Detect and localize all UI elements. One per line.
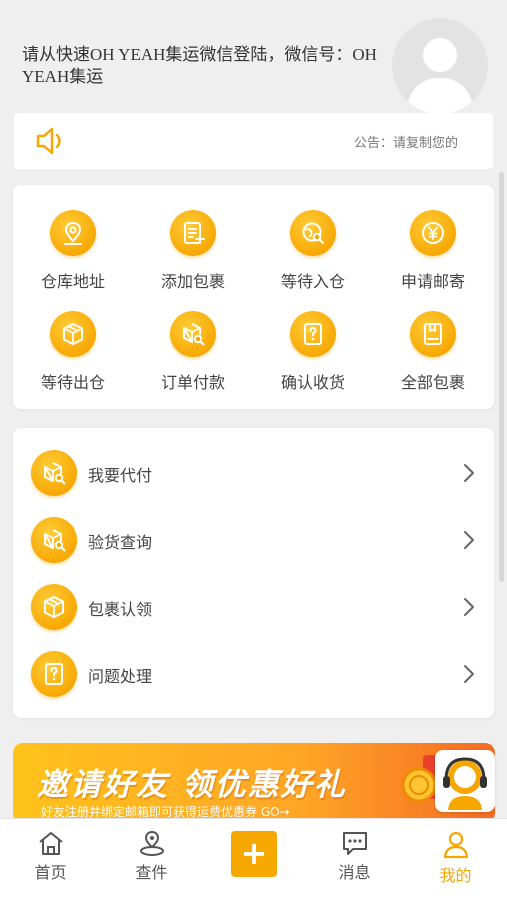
tab-label: 查件 — [135, 863, 168, 882]
tab-home[interactable]: 首页 — [0, 819, 101, 900]
plus-icon: + — [240, 834, 268, 872]
grid-item-label: 申请邮寄 — [400, 272, 465, 291]
headset-icon — [443, 757, 487, 810]
avatar[interactable] — [392, 18, 488, 114]
box-search-icon — [31, 450, 77, 496]
list-item-package-claim[interactable]: 包裹认领 — [13, 574, 494, 640]
message-icon — [343, 832, 367, 855]
list-item-pay-for-me[interactable]: 我要代付 — [13, 440, 494, 506]
grid-item-label: 仓库地址 — [40, 272, 105, 291]
quick-actions-card: 仓库地址 添加包裹 等待入仓 申请邮寄 等待出仓 订单付款 确认收货 全部包裹 — [13, 185, 494, 409]
speaker-icon — [36, 127, 61, 155]
list-item-label: 包裹认领 — [88, 600, 153, 619]
customer-service-button[interactable] — [435, 750, 495, 812]
bottom-tab-bar: 首页 查件 + 消息 我的 — [0, 818, 507, 900]
add-button[interactable]: + — [231, 831, 277, 877]
tab-label: 首页 — [34, 863, 67, 882]
notice-text: 公告：请复制您的 — [354, 136, 459, 151]
chevron-right-icon — [464, 464, 474, 482]
box-search-icon — [31, 517, 77, 563]
grid-item-label: 等待出仓 — [40, 373, 105, 392]
tab-track[interactable]: 查件 — [101, 819, 202, 900]
tab-label: 我的 — [439, 866, 472, 885]
box-icon — [50, 311, 96, 357]
tab-me[interactable]: 我的 — [405, 819, 506, 900]
box-search-icon — [170, 311, 216, 357]
scrollbar[interactable] — [499, 172, 504, 582]
services-list-card: 我要代付 验货查询 包裹认领 问题处理 — [13, 428, 494, 718]
location-pin-icon — [50, 210, 96, 256]
grid-item-awaiting-inbound[interactable]: 等待入仓 — [253, 210, 373, 300]
question-doc-icon — [31, 651, 77, 697]
grid-item-awaiting-outbound[interactable]: 等待出仓 — [13, 311, 133, 401]
notice-bar[interactable]: 公告：请复制您的 — [14, 113, 493, 169]
chevron-right-icon — [464, 665, 474, 683]
list-item-issue-handling[interactable]: 问题处理 — [13, 641, 494, 707]
globe-search-icon — [290, 210, 336, 256]
grid-item-apply-shipping[interactable]: 申请邮寄 — [373, 210, 493, 300]
tab-label: 消息 — [338, 863, 371, 882]
banner-title: 邀请好友 领优惠好礼 — [37, 767, 347, 803]
login-tip-text: 请从快速OH YEAH集运微信登陆，微信号：OH YEAH集运 — [22, 45, 377, 86]
list-item-label: 验货查询 — [88, 533, 153, 552]
grid-item-confirm-receipt[interactable]: 确认收货 — [253, 311, 373, 401]
add-note-icon — [170, 210, 216, 256]
box-icon — [31, 584, 77, 630]
list-item-label: 我要代付 — [88, 466, 153, 485]
grid-item-all-packages[interactable]: 全部包裹 — [373, 311, 493, 401]
invite-friends-banner[interactable]: 邀请好友 领优惠好礼 好友注册并绑定邮箱即可获得运费优惠券 GO→ — [13, 743, 495, 823]
grid-item-warehouse-address[interactable]: 仓库地址 — [13, 210, 133, 300]
question-doc-icon — [290, 311, 336, 357]
grid-item-label: 添加包裹 — [160, 272, 225, 291]
chevron-right-icon — [464, 598, 474, 616]
grid-item-add-package[interactable]: 添加包裹 — [133, 210, 253, 300]
grid-item-label: 订单付款 — [160, 373, 225, 392]
yen-coin-icon — [410, 210, 456, 256]
book-icon — [410, 311, 456, 357]
user-icon — [443, 831, 469, 859]
track-icon — [140, 830, 164, 856]
grid-item-label: 全部包裹 — [400, 373, 465, 392]
list-item-label: 问题处理 — [88, 667, 153, 686]
grid-item-label: 等待入仓 — [280, 272, 345, 291]
grid-item-order-payment[interactable]: 订单付款 — [133, 311, 253, 401]
tab-messages[interactable]: 消息 — [304, 819, 405, 900]
list-item-inspection-query[interactable]: 验货查询 — [13, 507, 494, 573]
home-icon — [39, 832, 63, 855]
chevron-right-icon — [464, 531, 474, 549]
profile-header: 请从快速OH YEAH集运微信登陆，微信号：OH YEAH集运 — [0, 0, 507, 114]
grid-item-label: 确认收货 — [280, 373, 345, 392]
